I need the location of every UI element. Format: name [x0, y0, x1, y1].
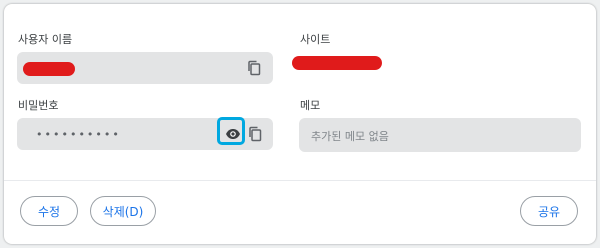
username-redacted-value — [23, 62, 75, 76]
username-label: 사용자 이름 — [18, 33, 73, 46]
copy-icon — [248, 60, 261, 76]
copy-username-button[interactable] — [245, 59, 263, 77]
site-redacted-value — [292, 56, 382, 70]
password-label: 비밀번호 — [18, 99, 59, 112]
delete-button[interactable]: 삭제(D) — [90, 196, 156, 226]
memo-field[interactable]: 추가된 메모 없음 — [299, 118, 581, 152]
edit-button[interactable]: 수정 — [20, 196, 78, 226]
site-label: 사이트 — [300, 33, 331, 46]
copy-icon — [249, 126, 262, 142]
username-field — [17, 52, 273, 84]
password-masked-value: •••••••••• — [36, 128, 121, 141]
password-details-card: 사용자 이름 사이트 비밀번호 •••••••••• 메모 추가된 메모 없음 … — [4, 4, 596, 244]
copy-password-button[interactable] — [246, 125, 264, 143]
eye-highlight-marker — [217, 117, 245, 145]
memo-placeholder: 추가된 메모 없음 — [311, 130, 389, 143]
footer-divider — [4, 180, 596, 181]
share-button[interactable]: 공유 — [520, 196, 578, 226]
memo-label: 메모 — [300, 99, 321, 112]
